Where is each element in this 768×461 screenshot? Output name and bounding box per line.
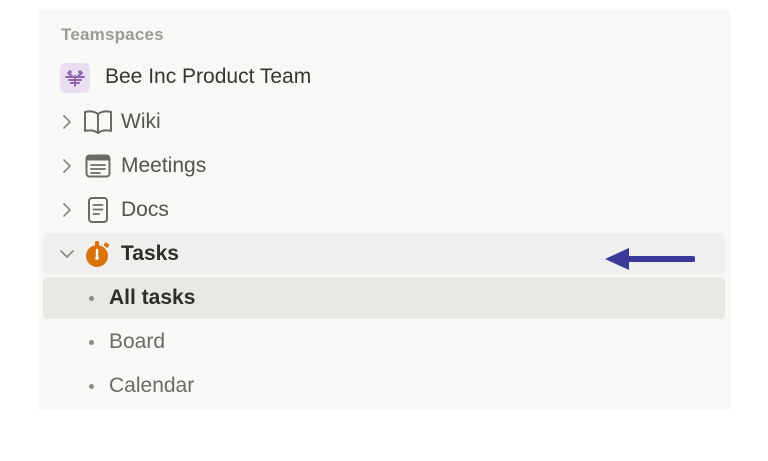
sidebar-item-wiki[interactable]: Wiki [43,101,725,143]
chevron-right-icon[interactable] [59,113,75,131]
bullet-dot [89,296,94,301]
chevron-right-icon[interactable] [59,157,75,175]
teamspaces-header[interactable]: Teamspaces [61,25,164,45]
calendar-list-icon [85,153,111,179]
subitem-calendar[interactable]: Calendar [43,365,725,407]
subitem-label: Board [109,330,166,353]
sidebar-item-label: Meetings [121,154,207,177]
sidebar-item-label: Tasks [121,242,179,265]
team-name: Bee Inc Product Team [105,65,312,88]
chevron-right-icon[interactable] [59,201,75,219]
chevron-down-icon[interactable] [59,245,75,263]
document-icon [87,196,109,224]
sidebar-item-label: Wiki [121,110,161,133]
sidebar-item-label: Docs [121,198,169,221]
sidebar: Teamspaces Bee Inc Product Team Wiki Mee… [38,10,731,409]
subitem-all-tasks[interactable]: All tasks [43,277,725,319]
book-icon [83,108,113,136]
sidebar-item-meetings[interactable]: Meetings [43,145,725,187]
stopwatch-icon [84,239,112,269]
subitem-label: Calendar [109,374,195,397]
sidebar-item-docs[interactable]: Docs [43,189,725,231]
subitem-label: All tasks [109,286,196,309]
bullet-dot [89,384,94,389]
subitem-board[interactable]: Board [43,321,725,363]
bee-icon [60,63,90,93]
teamspace-row[interactable]: Bee Inc Product Team [43,57,725,99]
arrow-left-icon [605,248,695,270]
bullet-dot [89,340,94,345]
